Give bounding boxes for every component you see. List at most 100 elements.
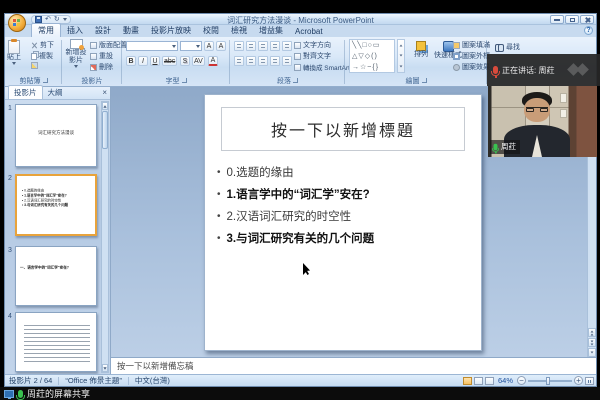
convert-smartart-button[interactable]: 轉換成 SmartArt	[294, 62, 350, 72]
font-color-button[interactable]: A	[208, 56, 218, 66]
grow-font-button[interactable]: A	[204, 41, 214, 51]
bullet-text: 0.选题的缘由	[227, 164, 294, 180]
bold-button[interactable]: B	[126, 56, 136, 66]
bullet-marker: •	[217, 167, 221, 178]
underline-button[interactable]: U	[150, 56, 160, 66]
notes-placeholder: 按一下以新增備忘稿	[117, 360, 194, 372]
decrease-indent-icon[interactable]	[258, 41, 268, 51]
zoom-in-button[interactable]: +	[574, 376, 583, 385]
delete-slide-button[interactable]: 刪除	[90, 62, 113, 72]
shape-effects-button[interactable]: 圖案效果	[453, 62, 490, 72]
arrange-icon	[416, 41, 426, 51]
previous-slide-button[interactable]	[588, 328, 596, 337]
tab-slideshow[interactable]: 投影片放映	[145, 24, 197, 37]
banner-mic-icon	[18, 390, 23, 398]
align-text-button[interactable]: 對齊文字	[294, 51, 331, 61]
justify-icon[interactable]	[270, 56, 280, 66]
text-shadow-button[interactable]: S	[180, 56, 190, 66]
tab-insert[interactable]: 插入	[61, 24, 89, 37]
office-button[interactable]	[8, 14, 26, 32]
slide-1-thumbnail[interactable]: 词汇研究方法漫谈	[15, 104, 97, 167]
font-name-select[interactable]	[126, 41, 178, 51]
numbering-icon[interactable]	[246, 41, 256, 51]
shape-outline-icon	[453, 53, 460, 60]
slide-3-thumbnail[interactable]: 一、语言学中的“词汇学”安在?	[15, 246, 97, 306]
clipboard-dialog-launcher-icon[interactable]	[43, 78, 48, 83]
columns-icon[interactable]	[282, 56, 292, 66]
speaker-mic-icon	[493, 66, 498, 74]
participant-video-tile[interactable]: 周荭	[488, 86, 597, 157]
title-placeholder[interactable]: 按一下以新增標題	[221, 107, 465, 151]
zoom-slider[interactable]	[528, 380, 572, 382]
tab-view[interactable]: 檢視	[225, 24, 253, 37]
scrollbar-thumb[interactable]	[102, 111, 108, 149]
reset-button[interactable]: 重設	[90, 51, 113, 61]
bullet-text: 2.汉语词汇研究的时空性	[227, 208, 352, 224]
tab-outline[interactable]: 大綱	[43, 86, 68, 99]
drawing-dialog-launcher-icon[interactable]	[422, 78, 427, 83]
paragraph-dialog-launcher-icon[interactable]	[293, 78, 298, 83]
new-slide-dropdown-icon	[74, 65, 78, 68]
normal-view-button[interactable]	[463, 377, 472, 385]
align-center-icon[interactable]	[246, 56, 256, 66]
minimize-button[interactable]	[550, 15, 564, 24]
fit-to-window-button[interactable]	[585, 377, 594, 385]
shrink-font-button[interactable]: A	[216, 41, 226, 51]
line-spacing-icon[interactable]	[282, 41, 292, 51]
scroll-up-icon[interactable]	[102, 102, 108, 110]
find-button[interactable]: 尋找	[495, 42, 520, 52]
font-dialog-launcher-icon[interactable]	[182, 78, 187, 83]
restore-button[interactable]	[565, 15, 579, 24]
arrange-button[interactable]: 排列	[409, 41, 433, 59]
shape-outline-button[interactable]: 圖案外框	[453, 51, 490, 61]
strikethrough-button[interactable]: abc	[162, 56, 177, 66]
zoom-slider-thumb[interactable]	[546, 377, 550, 385]
arrange-label: 排列	[414, 51, 428, 59]
slide-sorter-view-button[interactable]	[474, 377, 483, 385]
character-spacing-button[interactable]: AV	[192, 56, 205, 66]
paste-button[interactable]: 貼上	[7, 40, 21, 65]
shape-effects-icon	[453, 64, 460, 71]
tab-acrobat[interactable]: Acrobat	[289, 26, 329, 37]
slide-2-thumbnail-selected[interactable]: • 0.选题的缘由 • 1.语言学中的“词汇学”安在? • 2.汉语词汇研究的时…	[15, 174, 97, 236]
tab-slides-thumbnails[interactable]: 投影片	[8, 85, 43, 99]
slides-pane-scrollbar[interactable]	[101, 101, 109, 373]
tab-review[interactable]: 校閱	[197, 24, 225, 37]
font-size-select[interactable]	[180, 41, 202, 51]
shape-fill-button[interactable]: 圖案填滿	[453, 40, 490, 50]
tab-animations[interactable]: 動畫	[117, 24, 145, 37]
tab-home[interactable]: 常用	[31, 23, 61, 37]
bullets-icon[interactable]	[234, 41, 244, 51]
align-right-icon[interactable]	[258, 56, 268, 66]
slide-4-thumbnail[interactable]	[15, 312, 97, 372]
screen-share-banner: 周荭的屏幕共享	[0, 387, 600, 400]
scroll-down-icon[interactable]	[102, 364, 108, 372]
shapes-scroll-buttons[interactable]	[397, 39, 405, 73]
align-left-icon[interactable]	[234, 56, 244, 66]
tab-design[interactable]: 設計	[89, 24, 117, 37]
cut-button[interactable]: 剪下	[31, 40, 54, 50]
ribbon-group-font: A A B I U abc S AV A 字型	[122, 38, 230, 86]
tab-addins[interactable]: 增益集	[253, 24, 289, 37]
close-button[interactable]	[580, 15, 594, 24]
help-icon[interactable]: ?	[584, 26, 593, 35]
format-painter-button[interactable]	[31, 62, 38, 69]
zoom-out-button[interactable]: −	[517, 376, 526, 385]
notes-pane[interactable]: 按一下以新增備忘稿	[111, 357, 596, 374]
participant-glasses	[526, 107, 548, 111]
content-placeholder[interactable]: • 0.选题的缘由 • 1.语言学中的“词汇学”安在? • 2.汉语词汇研究的时…	[217, 161, 473, 249]
text-direction-icon	[294, 42, 301, 49]
slideshow-view-button[interactable]	[485, 377, 494, 385]
copy-button[interactable]: 複製	[31, 51, 53, 61]
current-slide-canvas[interactable]: 按一下以新增標題 • 0.选题的缘由 • 1.语言学中的“词汇学”安在? • 2	[204, 94, 482, 351]
shapes-gallery[interactable]: ╲╲□○▭ △▽◇() →☆~{}	[349, 39, 395, 73]
pane-close-icon[interactable]: ×	[102, 89, 107, 97]
format-painter-icon	[31, 62, 38, 69]
italic-button[interactable]: I	[138, 56, 148, 66]
increase-indent-icon[interactable]	[270, 41, 280, 51]
text-direction-button[interactable]: 文字方向	[294, 40, 331, 50]
wall-paper	[560, 93, 567, 103]
new-slide-button[interactable]: 新增投影片	[63, 39, 89, 68]
scroll-down-icon[interactable]	[588, 348, 596, 357]
next-slide-button[interactable]	[588, 338, 596, 347]
